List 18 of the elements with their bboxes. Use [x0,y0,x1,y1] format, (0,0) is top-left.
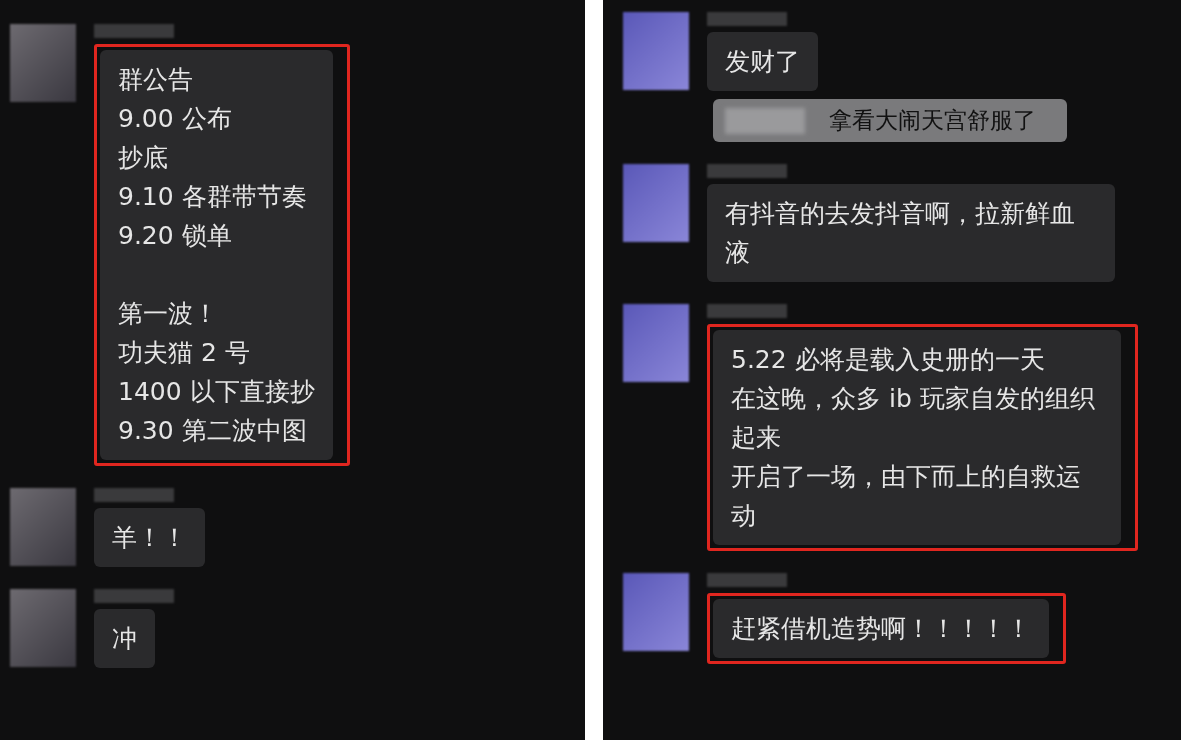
message-line: 5.22 必将是载入史册的一天 [731,344,1046,376]
message-line: 有抖音的去发抖音啊，拉新鲜血液 [725,198,1076,269]
message-line: 功夫猫 2 号 [118,337,251,369]
message-line: 群公告 [118,64,194,96]
message-line: 9.00 公布 [118,103,233,135]
message-line: 羊！！ [112,522,187,554]
message-line: 抄底 [118,142,169,174]
message-line: 9.10 各群带节奏 [118,181,308,213]
message-line: 赶紧借机造势啊！！！！！ [731,613,1031,645]
message-line: 第一波！ [118,298,219,330]
message-line: 9.20 锁单 [118,220,233,252]
message-line: 冲 [112,623,137,655]
message-line: 开启了一场，由下而上的自救运动 [731,461,1082,532]
quote-text: 拿看大闹天宫舒服了 [829,106,1036,135]
message-line: 在这晚，众多 ib 玩家自发的组织起来 [731,383,1096,454]
message-line: 发财了 [725,46,800,78]
message-line: 1400 以下直接抄 [118,376,315,408]
message-line: 9.30 第二波中图 [118,415,308,447]
